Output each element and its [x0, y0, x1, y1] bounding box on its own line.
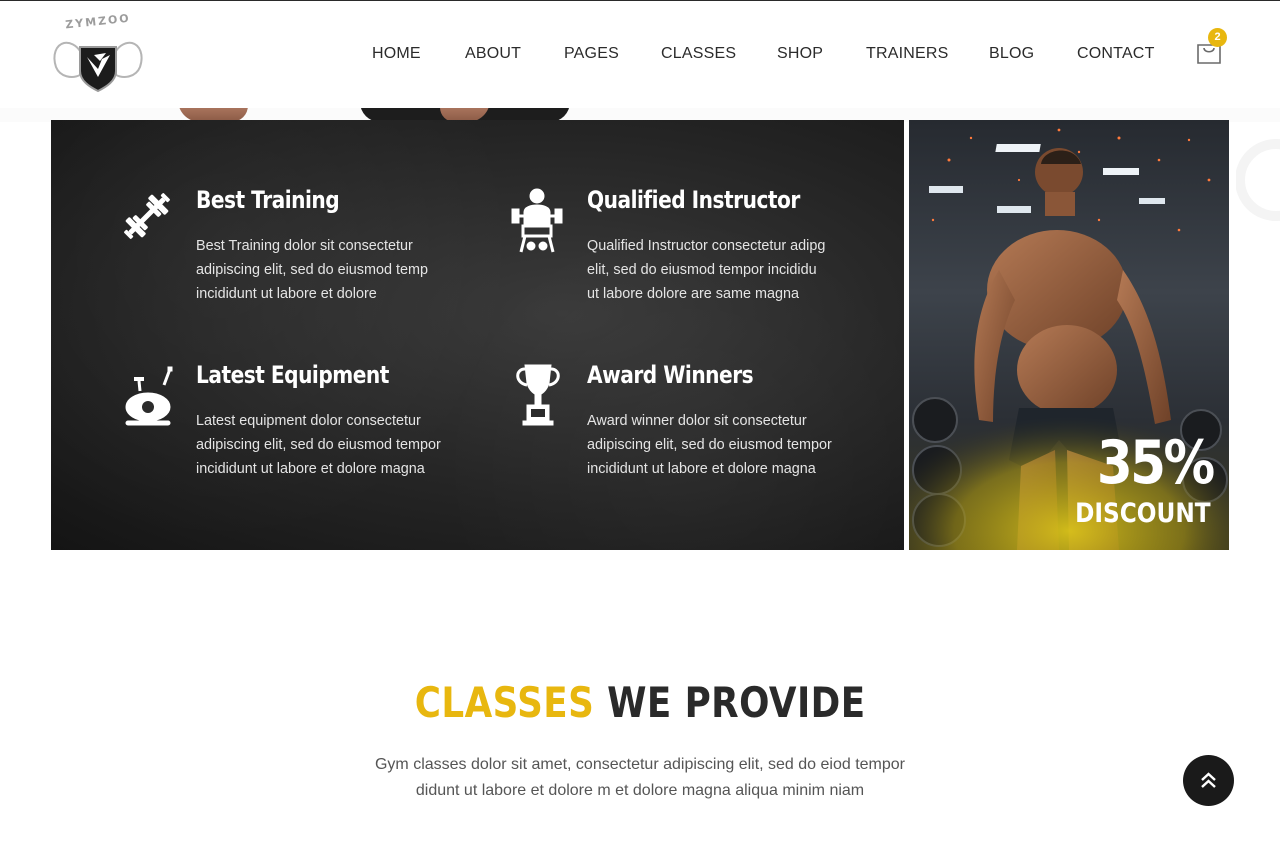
double-chevron-up-icon — [1201, 772, 1216, 788]
title-accent: CLASSES — [414, 678, 595, 727]
site-header: ZYMZOO HOME ABOUT PAGES CLASSES SHOP TRA… — [0, 1, 1280, 108]
feature-best-training: Best Training Best Training dolor sit co… — [120, 186, 480, 316]
nav-classes[interactable]: CLASSES — [661, 45, 736, 63]
feature-title: Best Training — [196, 186, 340, 214]
discount-label: DISCOUNT — [1075, 498, 1211, 529]
dumbbell-icon — [124, 193, 170, 239]
scroll-to-top-button[interactable] — [1183, 755, 1234, 806]
nav-pages[interactable]: PAGES — [564, 45, 619, 63]
nav-contact[interactable]: CONTACT — [1077, 45, 1155, 63]
feature-description: Award winner dolor sit consectetur adipi… — [587, 413, 832, 477]
feature-award-winners: Award Winners Award winner dolor sit con… — [511, 361, 871, 491]
feature-title: Award Winners — [587, 361, 754, 389]
features-panel: Best Training Best Training dolor sit co… — [51, 120, 904, 550]
discount-percent: 35% — [1097, 428, 1215, 498]
feature-description: Latest equipment dolor consectetur adipi… — [196, 413, 441, 477]
exercise-bike-icon — [125, 366, 173, 426]
discount-promo-banner[interactable]: 35% DISCOUNT — [909, 120, 1229, 550]
feature-title: Qualified Instructor — [587, 186, 800, 214]
nav-shop[interactable]: SHOP — [777, 45, 823, 63]
nav-trainers[interactable]: TRAINERS — [866, 45, 949, 63]
main-nav: HOME ABOUT PAGES CLASSES SHOP TRAINERS B… — [0, 45, 1280, 67]
trophy-icon — [516, 364, 560, 426]
nav-about[interactable]: ABOUT — [465, 45, 521, 63]
background-decor — [1236, 139, 1280, 221]
cart-count-badge: 2 — [1208, 28, 1227, 47]
feature-qualified-instructor: Qualified Instructor Qualified Instructo… — [511, 186, 871, 316]
nav-blog[interactable]: BLOG — [989, 45, 1034, 63]
title-rest: WE PROVIDE — [606, 678, 866, 727]
nav-home[interactable]: HOME — [372, 45, 421, 63]
classes-section-description: Gym classes dolor sit amet, consectetur … — [374, 756, 906, 799]
instructor-icon — [511, 188, 563, 253]
feature-title: Latest Equipment — [196, 361, 389, 389]
feature-description: Qualified Instructor consectetur adipg e… — [587, 238, 826, 302]
feature-description: Best Training dolor sit consectetur adip… — [196, 238, 428, 302]
feature-latest-equipment: Latest Equipment Latest equipment dolor … — [120, 361, 480, 491]
classes-section-title: CLASSES WE PROVIDE — [0, 678, 1280, 727]
